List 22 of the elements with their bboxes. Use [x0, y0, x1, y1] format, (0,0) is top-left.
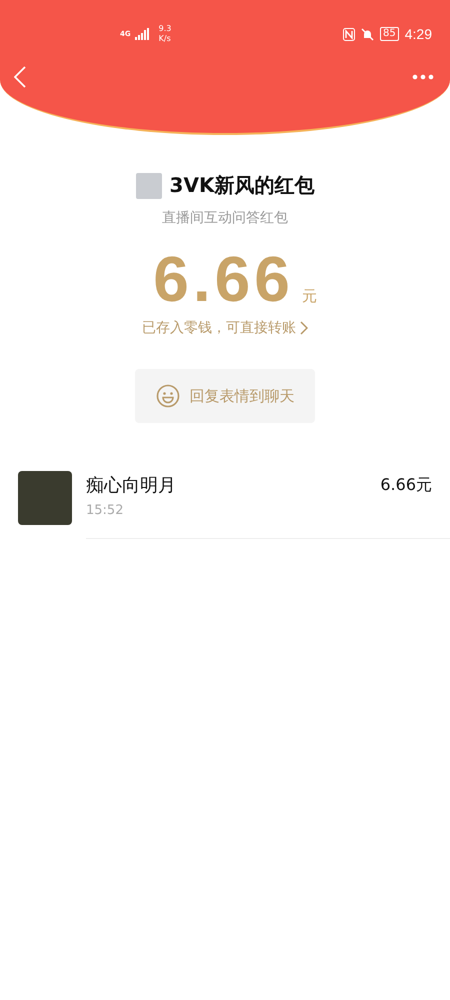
wallet-link[interactable]: 已存入零钱，可直接转账	[142, 319, 296, 337]
envelope-title: 3VK新风的红包	[170, 172, 314, 199]
clock: 4:29	[404, 26, 432, 42]
receiver-name: 痴心向明月	[86, 474, 176, 497]
battery-level: 85	[380, 27, 399, 41]
muted-bell-icon	[361, 28, 374, 40]
network-speed: 9.3	[158, 24, 172, 34]
smiley-icon	[156, 384, 180, 408]
more-icon[interactable]	[412, 74, 434, 80]
signal-icon	[134, 28, 149, 40]
currency-unit: 元	[302, 287, 317, 306]
nfc-icon	[343, 28, 356, 40]
sender-avatar	[136, 172, 162, 198]
reply-sticker-button[interactable]: 回复表情到聊天	[135, 369, 315, 423]
received-time: 15:52	[86, 503, 124, 518]
amount: 6.66	[153, 243, 294, 315]
avatar-placeholder	[18, 471, 72, 525]
speed-unit: K/s	[158, 34, 172, 44]
chevron-icon[interactable]	[300, 321, 308, 335]
received-amount: 6.66元	[380, 474, 432, 496]
envelope-subtitle: 直播间互动问答红包	[161, 209, 289, 227]
back-icon[interactable]	[14, 66, 26, 88]
